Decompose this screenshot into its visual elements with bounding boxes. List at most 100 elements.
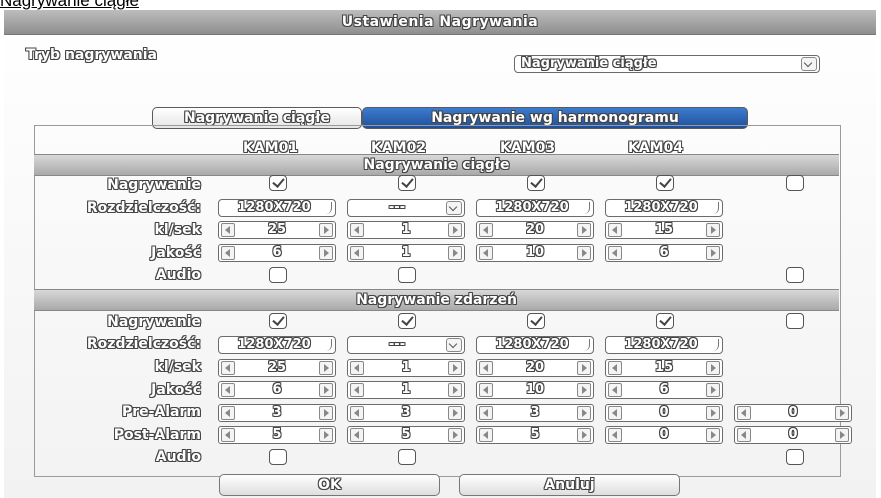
chevron-right-icon[interactable] (448, 361, 462, 375)
chevron-right-icon[interactable] (577, 223, 591, 237)
chevron-right-icon[interactable] (706, 428, 720, 442)
chevron-right-icon[interactable] (448, 406, 462, 420)
chevron-left-icon[interactable] (350, 406, 364, 420)
chevron-left-icon[interactable] (221, 383, 235, 397)
post-alarm-stepper[interactable]: 5 (218, 426, 336, 444)
chevron-right-icon[interactable] (835, 428, 849, 442)
chevron-left-icon[interactable] (737, 406, 751, 420)
record-checkbox[interactable] (527, 313, 545, 329)
cancel-button[interactable]: Anuluj (459, 474, 680, 496)
resolution-dropdown[interactable]: 1280X720 (605, 336, 723, 354)
quality-stepper[interactable]: 6 (218, 381, 336, 399)
pre-alarm-stepper[interactable]: 3 (476, 404, 594, 422)
record-checkbox[interactable] (656, 313, 674, 329)
quality-stepper[interactable]: 6 (218, 244, 336, 262)
chevron-left-icon[interactable] (608, 246, 622, 260)
audio-checkbox[interactable] (269, 449, 287, 465)
chevron-left-icon[interactable] (608, 223, 622, 237)
pre-alarm-stepper[interactable]: 0 (605, 404, 723, 422)
chevron-left-icon[interactable] (479, 223, 493, 237)
post-alarm-stepper[interactable]: 0 (734, 426, 852, 444)
audio-checkbox[interactable] (398, 267, 416, 283)
chevron-left-icon[interactable] (737, 428, 751, 442)
chevron-left-icon[interactable] (350, 246, 364, 260)
record-checkbox[interactable] (269, 313, 287, 329)
chevron-right-icon[interactable] (835, 406, 849, 420)
post-alarm-stepper[interactable]: 5 (347, 426, 465, 444)
pre-alarm-stepper[interactable]: 0 (734, 404, 852, 422)
fps-stepper[interactable]: 15 (605, 221, 723, 239)
fps-stepper[interactable]: 1 (347, 221, 465, 239)
quality-stepper[interactable]: 6 (605, 381, 723, 399)
record-checkbox[interactable] (398, 313, 416, 329)
chevron-left-icon[interactable] (479, 406, 493, 420)
chevron-right-icon[interactable] (448, 246, 462, 260)
resolution-dropdown[interactable]: 1280X720 (476, 199, 594, 217)
chevron-right-icon[interactable] (319, 428, 333, 442)
mode-dropdown[interactable]: Nagrywanie ciągłe (514, 55, 820, 73)
chevron-left-icon[interactable] (350, 361, 364, 375)
fps-stepper[interactable]: 25 (218, 221, 336, 239)
fps-stepper[interactable]: 25 (218, 359, 336, 377)
chevron-right-icon[interactable] (706, 246, 720, 260)
pre-alarm-stepper[interactable]: 3 (347, 404, 465, 422)
chevron-right-icon[interactable] (577, 246, 591, 260)
chevron-right-icon[interactable] (448, 428, 462, 442)
chevron-right-icon[interactable] (706, 361, 720, 375)
record-checkbox[interactable] (786, 175, 804, 191)
post-alarm-stepper[interactable]: 5 (476, 426, 594, 444)
record-checkbox[interactable] (656, 175, 674, 191)
chevron-right-icon[interactable] (577, 383, 591, 397)
chevron-right-icon[interactable] (706, 223, 720, 237)
chevron-left-icon[interactable] (221, 361, 235, 375)
resolution-dropdown[interactable]: 1280X720 (218, 199, 336, 217)
quality-stepper[interactable]: 1 (347, 381, 465, 399)
chevron-left-icon[interactable] (479, 246, 493, 260)
chevron-right-icon[interactable] (319, 383, 333, 397)
quality-stepper[interactable]: 10 (476, 244, 594, 262)
record-checkbox[interactable] (398, 175, 416, 191)
audio-checkbox[interactable] (786, 449, 804, 465)
record-checkbox[interactable] (786, 313, 804, 329)
ok-button[interactable]: OK (219, 474, 440, 496)
chevron-right-icon[interactable] (319, 361, 333, 375)
quality-stepper[interactable]: 6 (605, 244, 723, 262)
chevron-right-icon[interactable] (577, 428, 591, 442)
chevron-right-icon[interactable] (319, 223, 333, 237)
chevron-left-icon[interactable] (221, 246, 235, 260)
chevron-right-icon[interactable] (319, 246, 333, 260)
resolution-dropdown[interactable]: 1280X720 (476, 336, 594, 354)
chevron-down-icon[interactable] (801, 57, 817, 71)
chevron-left-icon[interactable] (479, 428, 493, 442)
chevron-left-icon[interactable] (608, 361, 622, 375)
quality-stepper[interactable]: 1 (347, 244, 465, 262)
chevron-left-icon[interactable] (221, 428, 235, 442)
audio-checkbox[interactable] (398, 449, 416, 465)
chevron-down-icon[interactable] (446, 338, 462, 352)
fps-stepper[interactable]: 1 (347, 359, 465, 377)
fps-stepper[interactable]: 15 (605, 359, 723, 377)
chevron-right-icon[interactable] (319, 406, 333, 420)
pre-alarm-stepper[interactable]: 3 (218, 404, 336, 422)
chevron-left-icon[interactable] (479, 361, 493, 375)
chevron-left-icon[interactable] (221, 223, 235, 237)
chevron-left-icon[interactable] (350, 428, 364, 442)
chevron-left-icon[interactable] (221, 406, 235, 420)
resolution-dropdown[interactable]: --- (347, 336, 465, 354)
chevron-down-icon[interactable] (446, 201, 462, 215)
resolution-dropdown[interactable]: --- (347, 199, 465, 217)
fps-stepper[interactable]: 20 (476, 221, 594, 239)
post-alarm-stepper[interactable]: 0 (605, 426, 723, 444)
chevron-left-icon[interactable] (608, 428, 622, 442)
chevron-left-icon[interactable] (608, 406, 622, 420)
quality-stepper[interactable]: 10 (476, 381, 594, 399)
resolution-dropdown[interactable]: 1280X720 (218, 336, 336, 354)
chevron-right-icon[interactable] (706, 383, 720, 397)
chevron-left-icon[interactable] (479, 383, 493, 397)
record-checkbox[interactable] (527, 175, 545, 191)
chevron-right-icon[interactable] (448, 223, 462, 237)
audio-checkbox[interactable] (786, 267, 804, 283)
record-checkbox[interactable] (269, 175, 287, 191)
chevron-right-icon[interactable] (577, 406, 591, 420)
audio-checkbox[interactable] (269, 267, 287, 283)
